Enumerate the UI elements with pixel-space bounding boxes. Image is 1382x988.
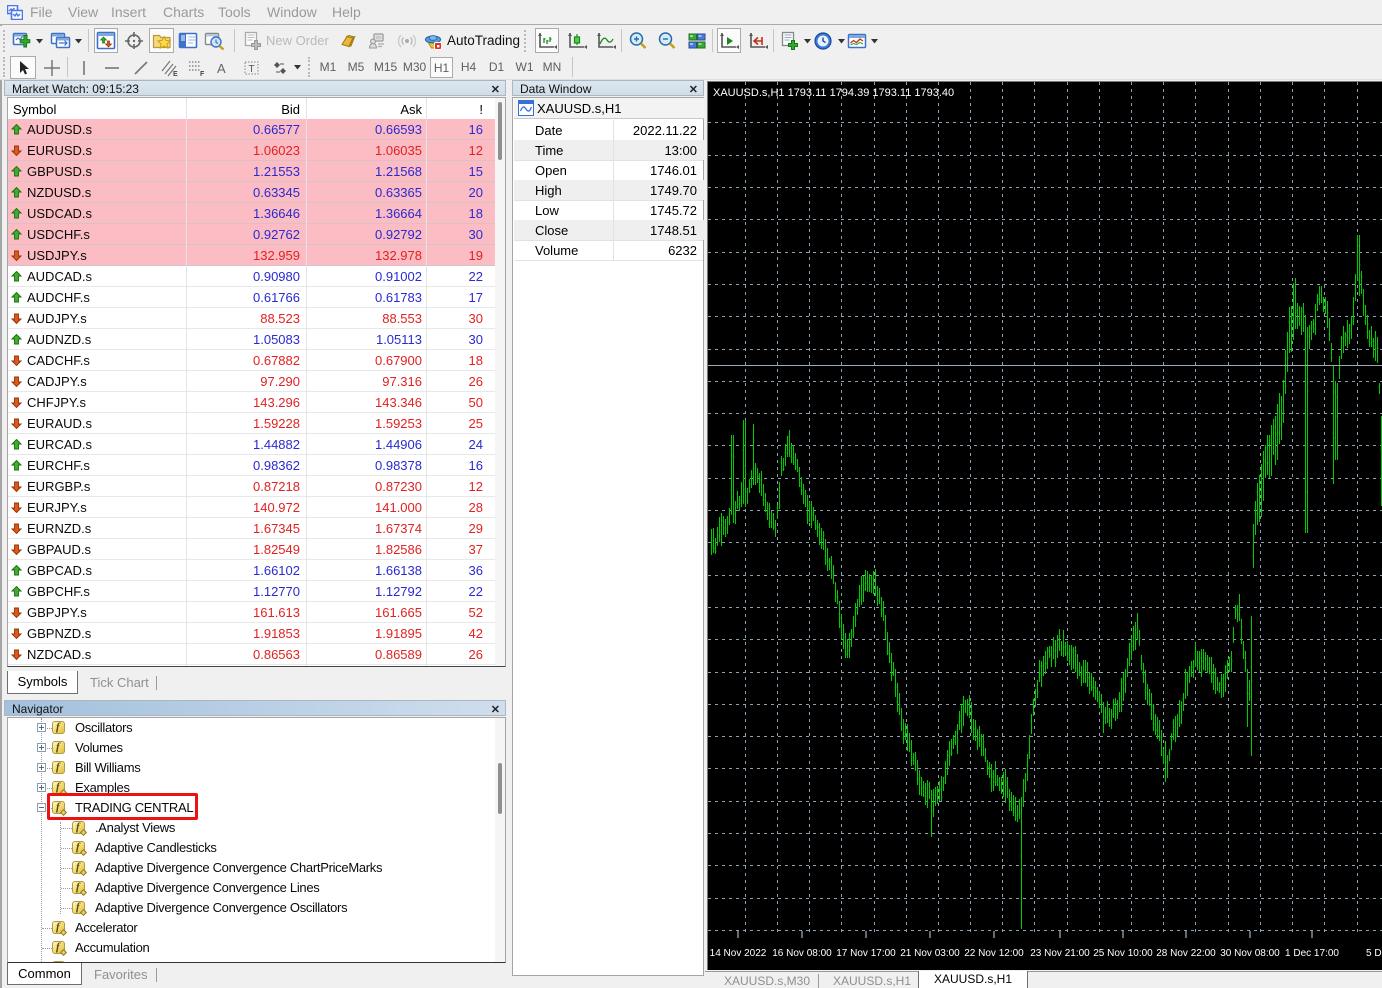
svg-text:E: E xyxy=(173,71,178,78)
svg-text:21 Nov 03:00: 21 Nov 03:00 xyxy=(900,948,960,959)
svg-text:14 Nov 2022: 14 Nov 2022 xyxy=(710,948,767,959)
svg-text:28 Nov 22:00: 28 Nov 22:00 xyxy=(1156,948,1216,959)
svg-text:22 Nov 12:00: 22 Nov 12:00 xyxy=(964,948,1024,959)
svg-text:A: A xyxy=(217,61,226,76)
svg-text:16 Nov 08:00: 16 Nov 08:00 xyxy=(772,948,832,959)
svg-text:XAUUSD.s,H1 1793.11 1794.39 1: XAUUSD.s,H1 1793.11 1794.39 1793.11 1793… xyxy=(713,87,954,99)
svg-text:25 Nov 10:00: 25 Nov 10:00 xyxy=(1093,948,1153,959)
svg-text:F: F xyxy=(200,71,205,78)
svg-text:30 Nov 08:00: 30 Nov 08:00 xyxy=(1220,948,1280,959)
svg-text:17 Nov 17:00: 17 Nov 17:00 xyxy=(836,948,896,959)
svg-text:1 Dec 17:00: 1 Dec 17:00 xyxy=(1285,948,1339,959)
svg-text:5 Dec 02:00: 5 Dec 02:00 xyxy=(1366,948,1382,959)
svg-text:23 Nov 21:00: 23 Nov 21:00 xyxy=(1030,948,1090,959)
svg-text:T: T xyxy=(248,64,254,75)
